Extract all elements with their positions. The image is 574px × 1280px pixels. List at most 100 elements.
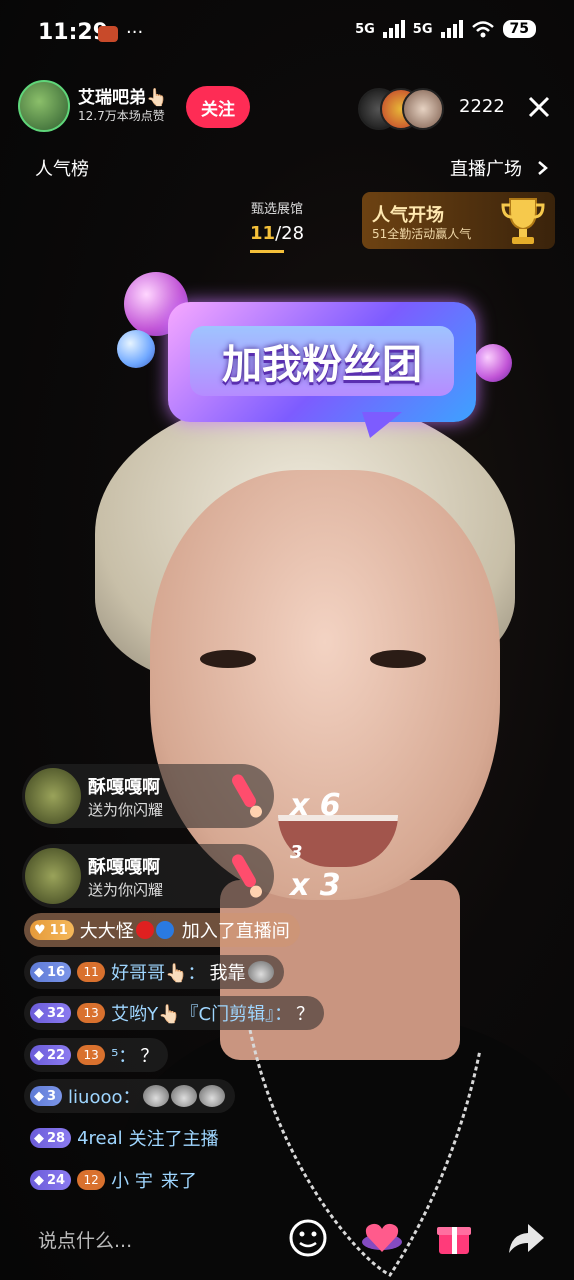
speech-tail xyxy=(362,412,402,438)
chevron-right-icon xyxy=(537,161,548,175)
top-viewers[interactable] xyxy=(354,86,444,130)
chat-text: 关注了主播 xyxy=(128,1129,219,1150)
gift-button[interactable] xyxy=(432,1216,476,1260)
emoji-icon xyxy=(289,1219,327,1257)
chat-join-message[interactable]: ♥ 11 大大怪 加入了直播间 xyxy=(24,913,300,947)
host-avatar[interactable] xyxy=(18,80,70,132)
heart-icon xyxy=(362,1223,402,1252)
level-value: 3 xyxy=(47,1088,57,1104)
gift-sender-avatar xyxy=(25,848,81,904)
trophy-icon xyxy=(501,198,545,244)
wifi-icon xyxy=(471,21,494,38)
level-badge: ◆ 32 xyxy=(30,1003,72,1023)
level-value: 11 xyxy=(49,922,68,938)
chat-user: 4real xyxy=(77,1127,123,1149)
chat-user: 艾哟Y👆🏻『C门剪辑』： xyxy=(111,1004,293,1025)
gift-toast: 酥嘎嘎啊 送为你闪耀 xyxy=(22,844,274,908)
level-badge: ◆ 3 xyxy=(30,1086,63,1106)
chat-user: 好哥哥👆🏻： xyxy=(111,963,206,984)
fan-club-banner[interactable]: 加我粉丝团 xyxy=(168,302,476,422)
signal-icon-2 xyxy=(440,20,463,38)
streamer-eye-right xyxy=(370,650,426,668)
disco-ball-icon xyxy=(474,344,512,382)
chat-message[interactable]: ◆ 3 liuooo： xyxy=(24,1079,235,1113)
emoji-button[interactable] xyxy=(286,1216,330,1260)
cat-emoji-icon xyxy=(247,961,274,983)
cat-emoji-icon xyxy=(198,1085,225,1107)
share-icon xyxy=(509,1224,544,1253)
level-badge: ◆ 16 xyxy=(30,962,72,982)
status-bar: 11:29 ··· 5G 5G 75 xyxy=(0,0,574,70)
share-button[interactable] xyxy=(504,1216,548,1260)
close-icon[interactable] xyxy=(528,96,550,118)
gift-sender-name: 酥嘎嘎啊 xyxy=(88,857,160,878)
fan-badge: 11 xyxy=(77,962,106,982)
level-badge: ◆ 28 xyxy=(30,1128,72,1148)
streamer-eye-left xyxy=(200,650,256,668)
gallery-label: 甄选展馆 xyxy=(251,202,304,217)
host-name: 艾瑞吧弟👆🏻 xyxy=(78,88,168,108)
gift-description: 送为你闪耀 xyxy=(88,801,164,819)
gallery-underline xyxy=(250,250,284,253)
chat-text: 我靠 xyxy=(209,963,246,984)
chat-arrival-message[interactable]: ◆ 24 12 小 宇 来了 xyxy=(24,1163,207,1197)
glow-stick-icon xyxy=(232,854,262,898)
gallery-indicator[interactable]: 甄选展馆 11/28 xyxy=(250,198,304,253)
chat-text: ？ xyxy=(140,1046,159,1067)
gift-toast: 酥嘎嘎啊 送为你闪耀 xyxy=(22,764,274,828)
chat-text: 加入了直播间 xyxy=(181,921,290,942)
chat-message[interactable]: ◆ 16 11 好哥哥👆🏻： 我靠 xyxy=(24,955,284,989)
status-icons: 5G 5G 75 xyxy=(355,20,536,38)
level-value: 22 xyxy=(47,1047,66,1063)
chat-user: liuooo： xyxy=(68,1087,141,1108)
disco-ball-icon xyxy=(117,330,155,368)
red-dot-icon xyxy=(135,921,154,939)
gift-multiplier: x 6 xyxy=(290,788,341,823)
gift-sender-name: 酥嘎嘎啊 xyxy=(88,777,160,798)
network-5g-label-2: 5G xyxy=(412,21,433,37)
event-title: 人气开场 xyxy=(372,205,444,226)
level-value: 24 xyxy=(47,1172,66,1188)
gift-icon xyxy=(437,1227,471,1254)
fan-badge: 13 xyxy=(77,1003,106,1023)
level-badge: ◆ 22 xyxy=(30,1045,72,1065)
glow-stick-icon xyxy=(232,774,262,818)
chat-text: ？ xyxy=(296,1004,315,1025)
level-value: 16 xyxy=(47,964,66,980)
live-square-link[interactable]: 直播广场 xyxy=(450,155,550,181)
comment-input[interactable]: 说点什么... xyxy=(18,1212,278,1266)
viewer-count[interactable]: 2222 xyxy=(459,96,505,117)
level-value: 32 xyxy=(47,1005,66,1021)
gift-description: 送为你闪耀 xyxy=(88,881,164,899)
chat-follow-message[interactable]: ◆ 28 4real 关注了主播 xyxy=(24,1121,229,1155)
gift-sender-avatar xyxy=(25,768,81,824)
gift-multiplier: x 3 xyxy=(290,868,341,903)
viewer-avatar[interactable] xyxy=(402,88,444,130)
popularity-rank-link[interactable]: 人气榜 xyxy=(35,155,89,181)
gallery-total: /28 xyxy=(275,223,305,244)
fan-badge: 12 xyxy=(77,1170,106,1190)
network-5g-label: 5G xyxy=(355,21,375,37)
blue-dot-icon xyxy=(155,921,174,939)
chat-message[interactable]: ◆ 22 13 ⁵： ？ xyxy=(24,1038,169,1072)
like-button[interactable] xyxy=(360,1216,404,1260)
fan-club-banner-text: 加我粉丝团 xyxy=(190,326,454,396)
chat-user: 大大怪 xyxy=(79,921,134,942)
chat-message[interactable]: ◆ 32 13 艾哟Y👆🏻『C门剪辑』： ？ xyxy=(24,996,325,1030)
follow-button[interactable]: 关注 xyxy=(186,86,250,128)
gallery-current: 11 xyxy=(250,223,276,244)
battery-level: 75 xyxy=(502,20,536,38)
gift-combo: 3 xyxy=(290,842,303,863)
level-badge: ♥ 11 xyxy=(30,920,74,940)
live-stream-view: 11:29 ··· 5G 5G 75 艾瑞吧弟👆🏻 12.7万本场点赞 关注 2… xyxy=(0,0,574,1280)
app-notification-icon xyxy=(98,26,118,42)
chat-user: 小 宇 xyxy=(111,1171,153,1192)
event-card[interactable]: 人气开场 51全勤活动赢人气 xyxy=(362,192,555,249)
live-square-label: 直播广场 xyxy=(450,159,522,180)
fan-badge: 13 xyxy=(77,1045,106,1065)
level-value: 28 xyxy=(47,1130,66,1146)
cat-emoji-icon xyxy=(142,1085,169,1107)
signal-icon xyxy=(382,20,405,38)
more-notifications-icon: ··· xyxy=(126,22,144,43)
host-likes: 12.7万本场点赞 xyxy=(78,109,165,123)
